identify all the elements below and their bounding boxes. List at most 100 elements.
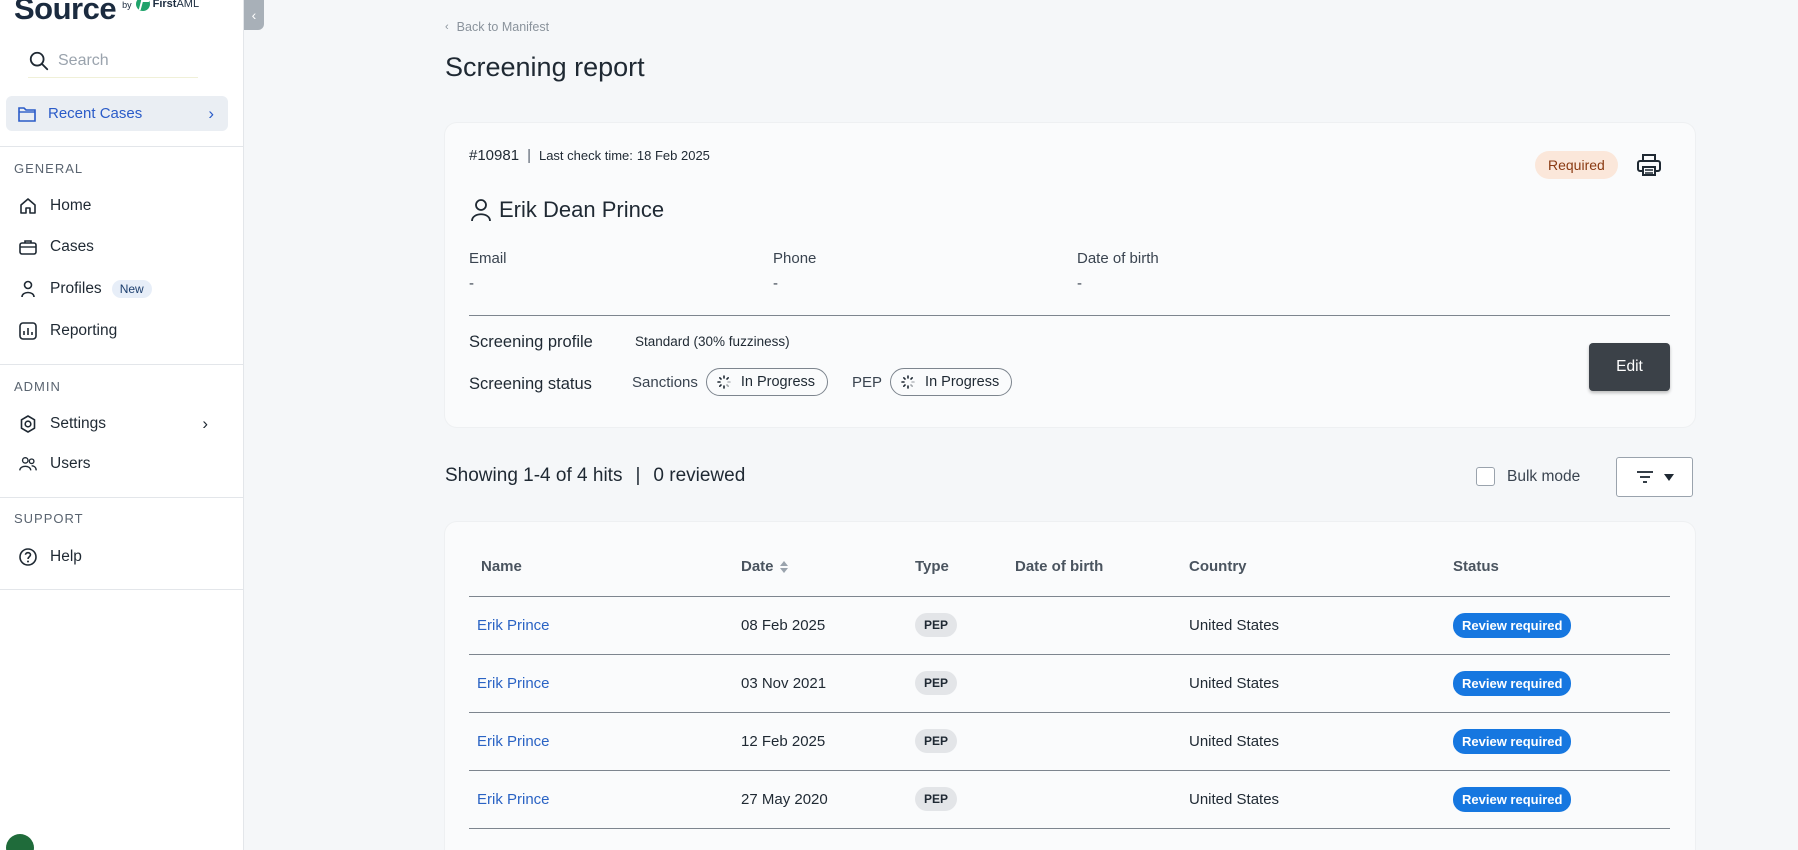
table-row[interactable]: Erik Prince 27 May 2020 PEP United State…: [469, 770, 1670, 829]
hit-country: United States: [1189, 654, 1453, 713]
divider: [469, 315, 1670, 316]
hit-date: 27 May 2020: [741, 770, 915, 829]
sort-icon[interactable]: [779, 561, 788, 574]
bulk-mode-checkbox[interactable]: [1476, 467, 1495, 486]
home-icon: [18, 196, 38, 216]
recent-cases-label: Recent Cases: [48, 105, 143, 122]
edit-button[interactable]: Edit: [1589, 343, 1670, 391]
filter-button[interactable]: [1616, 457, 1693, 497]
sidebar-item-label: Home: [50, 197, 92, 214]
sidebar-item-profiles[interactable]: Profiles New: [18, 275, 218, 303]
print-icon[interactable]: [1636, 153, 1662, 177]
brand-logo[interactable]: Source by FirstAML: [14, 0, 199, 24]
caret-down-icon: [1663, 473, 1674, 481]
hit-status: Review required: [1453, 596, 1670, 655]
email-value: -: [469, 275, 474, 292]
divider: [0, 146, 244, 147]
hit-date: 12 Feb 2025: [741, 712, 915, 771]
separator: |: [635, 465, 641, 486]
search-icon: [29, 51, 49, 70]
column-header-status: Status: [1453, 558, 1670, 597]
section-general: GENERAL: [14, 161, 84, 176]
hit-type: PEP: [915, 770, 1015, 829]
pep-status: In Progress: [925, 374, 1000, 390]
table-row[interactable]: Erik Prince 03 Nov 2021 PEP United State…: [469, 654, 1670, 713]
table-row[interactable]: Erik Prince 08 Feb 2025 PEP United State…: [469, 596, 1670, 655]
hit-status: Review required: [1453, 654, 1670, 713]
spinner-icon: [717, 375, 731, 389]
dob-label: Date of birth: [1077, 250, 1159, 267]
table-row[interactable]: Erik Prince 12 Feb 2025 PEP United State…: [469, 712, 1670, 771]
bulk-mode-label: Bulk mode: [1507, 467, 1581, 485]
brand-name: Source: [14, 0, 117, 26]
sidebar-item-settings[interactable]: Settings ›: [18, 410, 218, 438]
divider: [0, 497, 244, 498]
brand-by: by: [122, 0, 132, 10]
sidebar-item-reporting[interactable]: Reporting: [18, 317, 218, 345]
divider: [0, 589, 244, 590]
hit-country: United States: [1189, 770, 1453, 829]
status-badge: Review required: [1453, 728, 1572, 754]
status-badge: Review required: [1453, 670, 1572, 696]
dob-value: -: [1077, 275, 1082, 292]
back-link-label: Back to Manifest: [456, 20, 550, 34]
status-badge: Required: [1535, 151, 1618, 179]
sidebar: Source by FirstAML Recent Cases › GENERA…: [0, 0, 244, 850]
table-header-row: Name Date Type Date of birth Country Sta…: [469, 558, 1670, 597]
section-support: SUPPORT: [14, 511, 84, 526]
collapse-sidebar-button[interactable]: ‹: [244, 0, 264, 30]
case-id: #10981: [469, 147, 520, 164]
search-box[interactable]: [28, 44, 198, 78]
hit-name-link[interactable]: Erik Prince: [469, 596, 741, 655]
sidebar-item-cases[interactable]: Cases: [18, 233, 218, 261]
help-icon: [18, 547, 38, 567]
first-aml-logo-icon: [135, 0, 150, 11]
type-chip: PEP: [915, 787, 958, 811]
person-icon: [471, 199, 491, 222]
phone-value: -: [773, 275, 778, 292]
gear-icon: [18, 414, 38, 434]
sidebar-item-label: Profiles: [50, 280, 102, 297]
hit-date: 08 Feb 2025: [741, 596, 915, 655]
last-check-value: 18 Feb 2025: [636, 148, 710, 163]
sidebar-item-users[interactable]: Users: [18, 450, 218, 478]
hit-dob: [1015, 596, 1189, 655]
users-icon: [18, 454, 38, 474]
avatar[interactable]: [6, 834, 34, 850]
hits-summary: Showing 1-4 of 4 hits | 0 reviewed: [445, 465, 745, 487]
briefcase-icon: [18, 237, 38, 257]
recent-cases-button[interactable]: Recent Cases ›: [6, 96, 228, 131]
new-badge: New: [111, 280, 152, 298]
hit-dob: [1015, 770, 1189, 829]
reviewed-count: 0 reviewed: [653, 465, 746, 486]
person-icon: [18, 279, 38, 299]
type-chip: PEP: [915, 671, 958, 695]
dob-field: Date of birth -: [1077, 250, 1159, 292]
sidebar-item-help[interactable]: Help: [18, 543, 218, 571]
case-info: #10981 | Last check time: 18 Feb 2025: [469, 147, 710, 164]
folder-icon: [18, 106, 36, 122]
hit-name-link[interactable]: Erik Prince: [469, 770, 741, 829]
bulk-mode-toggle[interactable]: Bulk mode: [1476, 467, 1580, 486]
chart-icon: [18, 321, 38, 341]
brand-partner: FirstAML: [152, 0, 200, 10]
hit-name-link[interactable]: Erik Prince: [469, 654, 741, 713]
hits-table: Name Date Type Date of birth Country Sta…: [469, 558, 1670, 829]
divider: [0, 364, 244, 365]
hit-dob: [1015, 654, 1189, 713]
back-to-manifest-link[interactable]: ‹ Back to Manifest: [445, 20, 549, 34]
sidebar-item-home[interactable]: Home: [18, 192, 218, 220]
screening-profile-value: Standard (30% fuzziness): [635, 334, 790, 349]
hits-table-card: Name Date Type Date of birth Country Sta…: [445, 522, 1695, 850]
chevron-right-icon: ›: [202, 414, 208, 433]
hit-name-link[interactable]: Erik Prince: [469, 712, 741, 771]
screening-status-row: Sanctions In Progress PEP In Progress: [632, 368, 1013, 396]
sidebar-item-label: Cases: [50, 238, 94, 255]
sidebar-item-label: Help: [50, 548, 82, 565]
column-header-date[interactable]: Date: [741, 558, 915, 597]
status-badge: Review required: [1453, 612, 1572, 638]
column-header-name[interactable]: Name: [469, 558, 741, 597]
filter-icon: [1636, 471, 1653, 483]
sanctions-status-pill: In Progress: [705, 368, 829, 396]
search-input[interactable]: [58, 51, 188, 70]
